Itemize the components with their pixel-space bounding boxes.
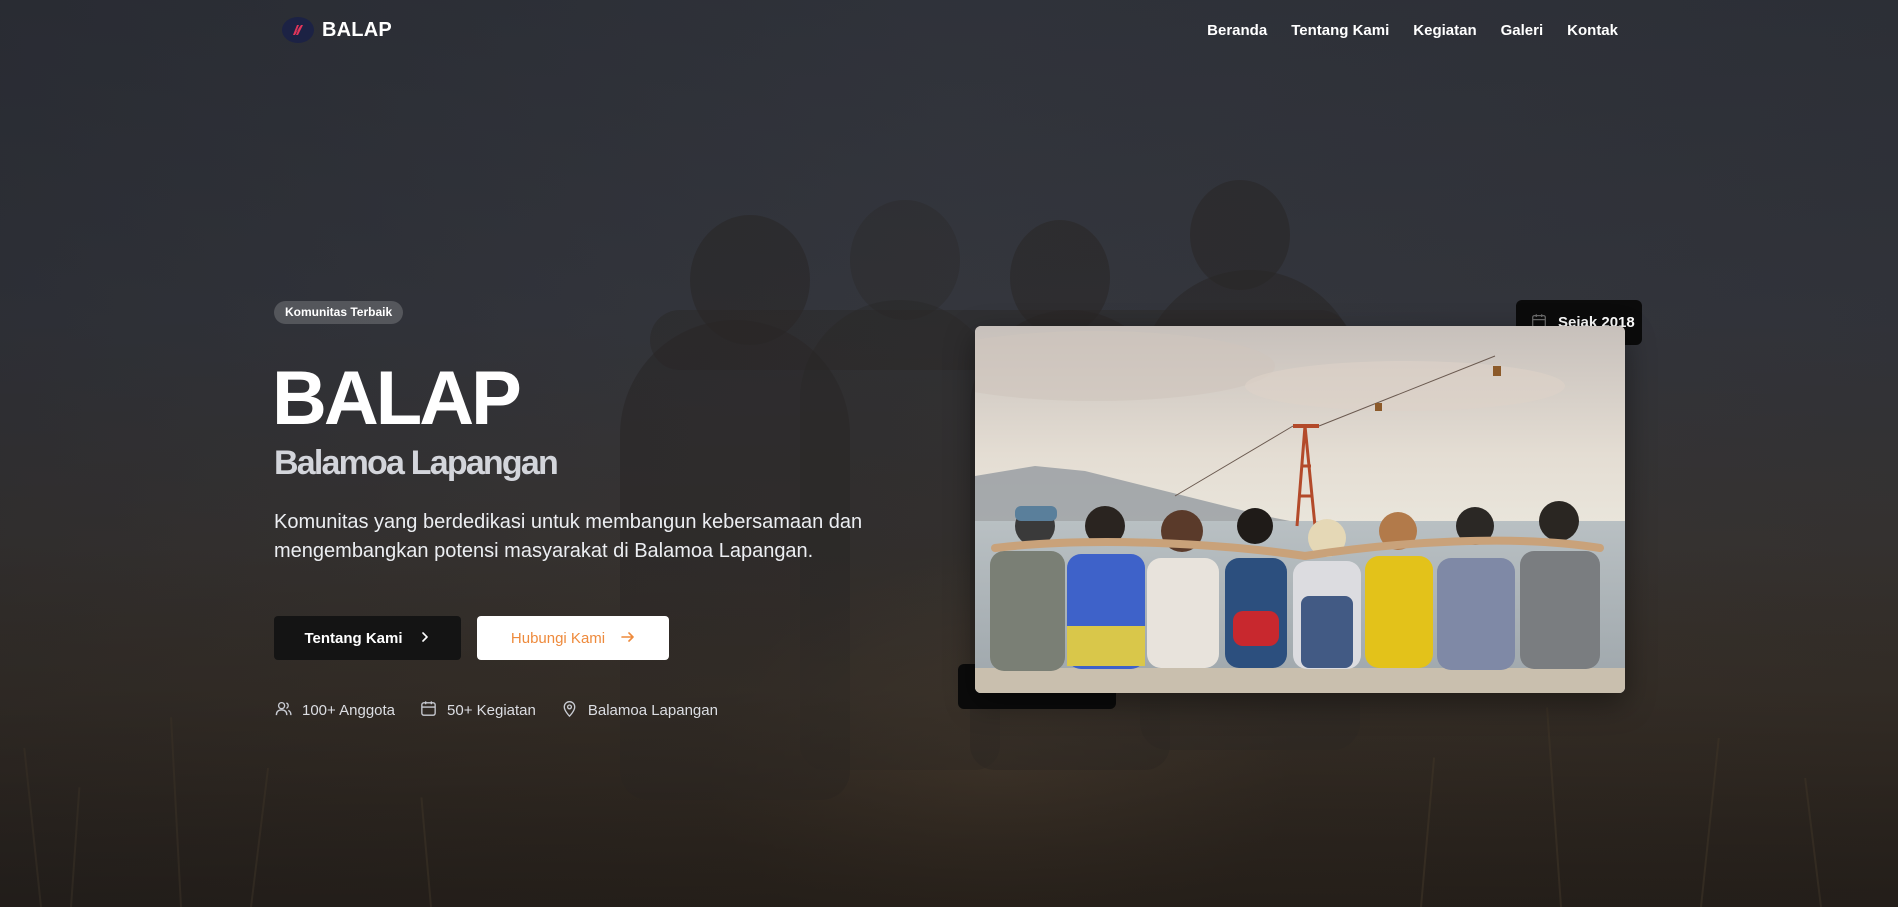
- main-nav: Beranda Tentang Kami Kegiatan Galeri Kon…: [1207, 22, 1618, 39]
- nav-item-galeri[interactable]: Galeri: [1501, 22, 1544, 39]
- hero-title: BALAP: [272, 356, 522, 441]
- hero-stats: 100+ Anggota 50+ Kegiatan Balamoa Lapang…: [274, 699, 718, 722]
- stat-activities-label: 50+ Kegiatan: [447, 702, 536, 719]
- nav-item-kegiatan[interactable]: Kegiatan: [1413, 22, 1476, 39]
- contact-us-button[interactable]: Hubungi Kami: [477, 616, 669, 660]
- about-us-button-label: Tentang Kami: [304, 629, 403, 647]
- stat-activities: 50+ Kegiatan: [419, 699, 536, 722]
- map-pin-icon: [560, 699, 579, 722]
- about-us-button[interactable]: Tentang Kami: [274, 616, 461, 660]
- calendar-icon: [419, 699, 438, 722]
- arrow-right-icon: [621, 630, 635, 646]
- stat-members-label: 100+ Anggota: [302, 702, 396, 719]
- hero-subtitle: Balamoa Lapangan: [274, 444, 559, 482]
- hero-badge: Komunitas Terbaik: [274, 301, 404, 324]
- navbar: BALAP Beranda Tentang Kami Kegiatan Gale…: [0, 0, 1898, 62]
- contact-us-button-label: Hubungi Kami: [510, 629, 606, 647]
- group-photo-illustration: [975, 326, 1625, 693]
- nav-item-beranda[interactable]: Beranda: [1207, 22, 1267, 39]
- users-icon: [274, 699, 293, 722]
- hero-description: Komunitas yang berdedikasi untuk membang…: [274, 511, 863, 562]
- chevron-right-icon: [419, 630, 431, 646]
- brand-name: BALAP: [322, 18, 392, 41]
- community-photo: [975, 326, 1625, 693]
- stat-location-label: Balamoa Lapangan: [587, 702, 718, 719]
- community-logo-icon: [282, 17, 314, 43]
- stat-members: 100+ Anggota: [274, 699, 395, 722]
- brand-link[interactable]: BALAP: [282, 17, 392, 43]
- nav-item-tentang-kami[interactable]: Tentang Kami: [1291, 22, 1389, 39]
- stat-location: Balamoa Lapangan: [560, 699, 718, 722]
- nav-item-kontak[interactable]: Kontak: [1567, 22, 1618, 39]
